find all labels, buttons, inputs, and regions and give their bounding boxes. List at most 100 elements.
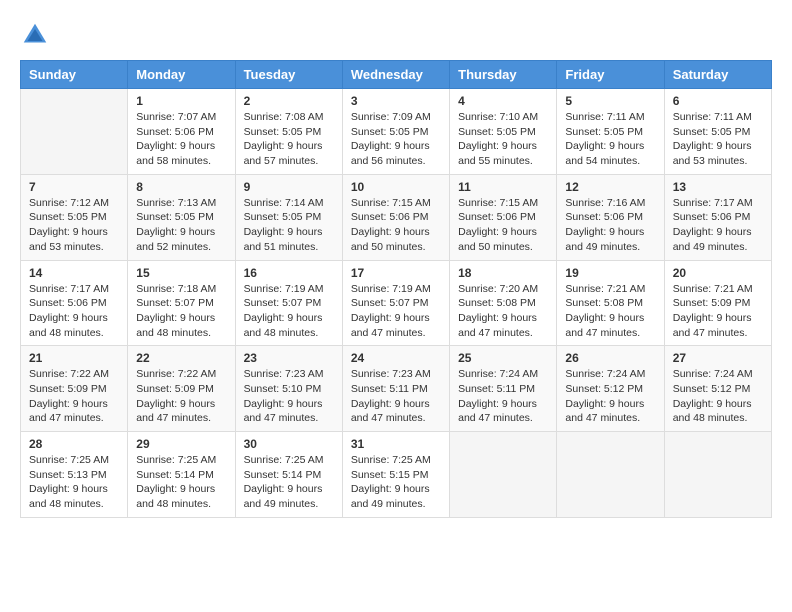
calendar-cell: 5 Sunrise: 7:11 AM Sunset: 5:05 PM Daylig… [557, 89, 664, 175]
day-info: Sunrise: 7:23 AM Sunset: 5:11 PM Dayligh… [351, 367, 441, 426]
calendar-cell [450, 432, 557, 518]
day-info: Sunrise: 7:25 AM Sunset: 5:14 PM Dayligh… [136, 453, 226, 512]
calendar-cell: 16 Sunrise: 7:19 AM Sunset: 5:07 PM Dayli… [235, 260, 342, 346]
calendar-cell: 27 Sunrise: 7:24 AM Sunset: 5:12 PM Dayli… [664, 346, 771, 432]
calendar-cell: 22Sunrise: 7:22 AM Sunset: 5:09 PM Dayli… [128, 346, 235, 432]
day-info: Sunrise: 7:16 AM Sunset: 5:06 PM Dayligh… [565, 196, 655, 255]
day-info: Sunrise: 7:11 AM Sunset: 5:05 PM Dayligh… [565, 110, 655, 169]
day-info: Sunrise: 7:12 AM Sunset: 5:05 PM Dayligh… [29, 196, 119, 255]
day-number: 3 [351, 94, 441, 108]
calendar-cell: 12 Sunrise: 7:16 AM Sunset: 5:06 PM Dayli… [557, 174, 664, 260]
calendar-cell: 15 Sunrise: 7:18 AM Sunset: 5:07 PM Dayli… [128, 260, 235, 346]
day-number: 20 [673, 266, 763, 280]
column-header-saturday: Saturday [664, 61, 771, 89]
day-number: 16 [244, 266, 334, 280]
day-info: Sunrise: 7:24 AM Sunset: 5:12 PM Dayligh… [565, 367, 655, 426]
day-info: Sunrise: 7:21 AM Sunset: 5:09 PM Dayligh… [673, 282, 763, 341]
day-number: 18 [458, 266, 548, 280]
week-row-1: 1 Sunrise: 7:07 AM Sunset: 5:06 PM Daylig… [21, 89, 772, 175]
day-info: Sunrise: 7:07 AM Sunset: 5:06 PM Dayligh… [136, 110, 226, 169]
calendar-cell: 21 Sunrise: 7:22 AM Sunset: 5:09 PM Dayli… [21, 346, 128, 432]
week-row-4: 21 Sunrise: 7:22 AM Sunset: 5:09 PM Dayli… [21, 346, 772, 432]
day-info: Sunrise: 7:19 AM Sunset: 5:07 PM Dayligh… [244, 282, 334, 341]
calendar-table: SundayMondayTuesdayWednesdayThursdayFrid… [20, 60, 772, 518]
day-info: Sunrise: 7:15 AM Sunset: 5:06 PM Dayligh… [458, 196, 548, 255]
day-number: 6 [673, 94, 763, 108]
calendar-cell: 8Sunrise: 7:13 AM Sunset: 5:05 PM Daylig… [128, 174, 235, 260]
logo [20, 20, 54, 50]
calendar-cell: 30 Sunrise: 7:25 AM Sunset: 5:14 PM Dayli… [235, 432, 342, 518]
calendar-cell: 29 Sunrise: 7:25 AM Sunset: 5:14 PM Dayli… [128, 432, 235, 518]
day-info: Sunrise: 7:25 AM Sunset: 5:15 PM Dayligh… [351, 453, 441, 512]
day-info: Sunrise: 7:22 AM Sunset: 5:09 PM Dayligh… [29, 367, 119, 426]
week-row-5: 28Sunrise: 7:25 AM Sunset: 5:13 PM Dayli… [21, 432, 772, 518]
day-info: Sunrise: 7:19 AM Sunset: 5:07 PM Dayligh… [351, 282, 441, 341]
column-header-monday: Monday [128, 61, 235, 89]
column-header-thursday: Thursday [450, 61, 557, 89]
day-info: Sunrise: 7:24 AM Sunset: 5:12 PM Dayligh… [673, 367, 763, 426]
day-info: Sunrise: 7:17 AM Sunset: 5:06 PM Dayligh… [29, 282, 119, 341]
day-info: Sunrise: 7:20 AM Sunset: 5:08 PM Dayligh… [458, 282, 548, 341]
day-number: 28 [29, 437, 119, 451]
day-number: 12 [565, 180, 655, 194]
day-number: 7 [29, 180, 119, 194]
calendar-cell: 28Sunrise: 7:25 AM Sunset: 5:13 PM Dayli… [21, 432, 128, 518]
day-number: 1 [136, 94, 226, 108]
day-number: 11 [458, 180, 548, 194]
day-number: 19 [565, 266, 655, 280]
logo-icon [20, 20, 50, 50]
calendar-header: SundayMondayTuesdayWednesdayThursdayFrid… [21, 61, 772, 89]
day-number: 26 [565, 351, 655, 365]
day-info: Sunrise: 7:25 AM Sunset: 5:14 PM Dayligh… [244, 453, 334, 512]
calendar-cell: 11 Sunrise: 7:15 AM Sunset: 5:06 PM Dayli… [450, 174, 557, 260]
calendar-body: 1 Sunrise: 7:07 AM Sunset: 5:06 PM Daylig… [21, 89, 772, 518]
day-info: Sunrise: 7:23 AM Sunset: 5:10 PM Dayligh… [244, 367, 334, 426]
calendar-cell: 7 Sunrise: 7:12 AM Sunset: 5:05 PM Daylig… [21, 174, 128, 260]
calendar-cell: 23 Sunrise: 7:23 AM Sunset: 5:10 PM Dayli… [235, 346, 342, 432]
header-row: SundayMondayTuesdayWednesdayThursdayFrid… [21, 61, 772, 89]
calendar-cell: 9 Sunrise: 7:14 AM Sunset: 5:05 PM Daylig… [235, 174, 342, 260]
column-header-friday: Friday [557, 61, 664, 89]
calendar-cell: 1 Sunrise: 7:07 AM Sunset: 5:06 PM Daylig… [128, 89, 235, 175]
day-number: 21 [29, 351, 119, 365]
calendar-cell: 19Sunrise: 7:21 AM Sunset: 5:08 PM Dayli… [557, 260, 664, 346]
day-number: 14 [29, 266, 119, 280]
calendar-cell: 26 Sunrise: 7:24 AM Sunset: 5:12 PM Dayli… [557, 346, 664, 432]
calendar-cell: 18 Sunrise: 7:20 AM Sunset: 5:08 PM Dayli… [450, 260, 557, 346]
day-info: Sunrise: 7:08 AM Sunset: 5:05 PM Dayligh… [244, 110, 334, 169]
day-number: 15 [136, 266, 226, 280]
day-info: Sunrise: 7:17 AM Sunset: 5:06 PM Dayligh… [673, 196, 763, 255]
day-number: 9 [244, 180, 334, 194]
day-number: 23 [244, 351, 334, 365]
day-info: Sunrise: 7:11 AM Sunset: 5:05 PM Dayligh… [673, 110, 763, 169]
calendar-cell: 24Sunrise: 7:23 AM Sunset: 5:11 PM Dayli… [342, 346, 449, 432]
day-number: 17 [351, 266, 441, 280]
day-info: Sunrise: 7:14 AM Sunset: 5:05 PM Dayligh… [244, 196, 334, 255]
column-header-tuesday: Tuesday [235, 61, 342, 89]
day-number: 27 [673, 351, 763, 365]
column-header-wednesday: Wednesday [342, 61, 449, 89]
day-info: Sunrise: 7:15 AM Sunset: 5:06 PM Dayligh… [351, 196, 441, 255]
calendar-cell [557, 432, 664, 518]
day-info: Sunrise: 7:22 AM Sunset: 5:09 PM Dayligh… [136, 367, 226, 426]
page-header [20, 20, 772, 50]
day-info: Sunrise: 7:13 AM Sunset: 5:05 PM Dayligh… [136, 196, 226, 255]
day-number: 4 [458, 94, 548, 108]
calendar-cell: 25 Sunrise: 7:24 AM Sunset: 5:11 PM Dayli… [450, 346, 557, 432]
day-number: 31 [351, 437, 441, 451]
day-number: 13 [673, 180, 763, 194]
calendar-cell: 10Sunrise: 7:15 AM Sunset: 5:06 PM Dayli… [342, 174, 449, 260]
calendar-cell: 20 Sunrise: 7:21 AM Sunset: 5:09 PM Dayli… [664, 260, 771, 346]
calendar-cell: 17 Sunrise: 7:19 AM Sunset: 5:07 PM Dayli… [342, 260, 449, 346]
day-info: Sunrise: 7:18 AM Sunset: 5:07 PM Dayligh… [136, 282, 226, 341]
calendar-cell [664, 432, 771, 518]
calendar-cell: 14 Sunrise: 7:17 AM Sunset: 5:06 PM Dayli… [21, 260, 128, 346]
day-number: 29 [136, 437, 226, 451]
column-header-sunday: Sunday [21, 61, 128, 89]
day-number: 30 [244, 437, 334, 451]
calendar-cell: 4Sunrise: 7:10 AM Sunset: 5:05 PM Daylig… [450, 89, 557, 175]
day-number: 5 [565, 94, 655, 108]
day-info: Sunrise: 7:24 AM Sunset: 5:11 PM Dayligh… [458, 367, 548, 426]
day-number: 25 [458, 351, 548, 365]
day-info: Sunrise: 7:09 AM Sunset: 5:05 PM Dayligh… [351, 110, 441, 169]
